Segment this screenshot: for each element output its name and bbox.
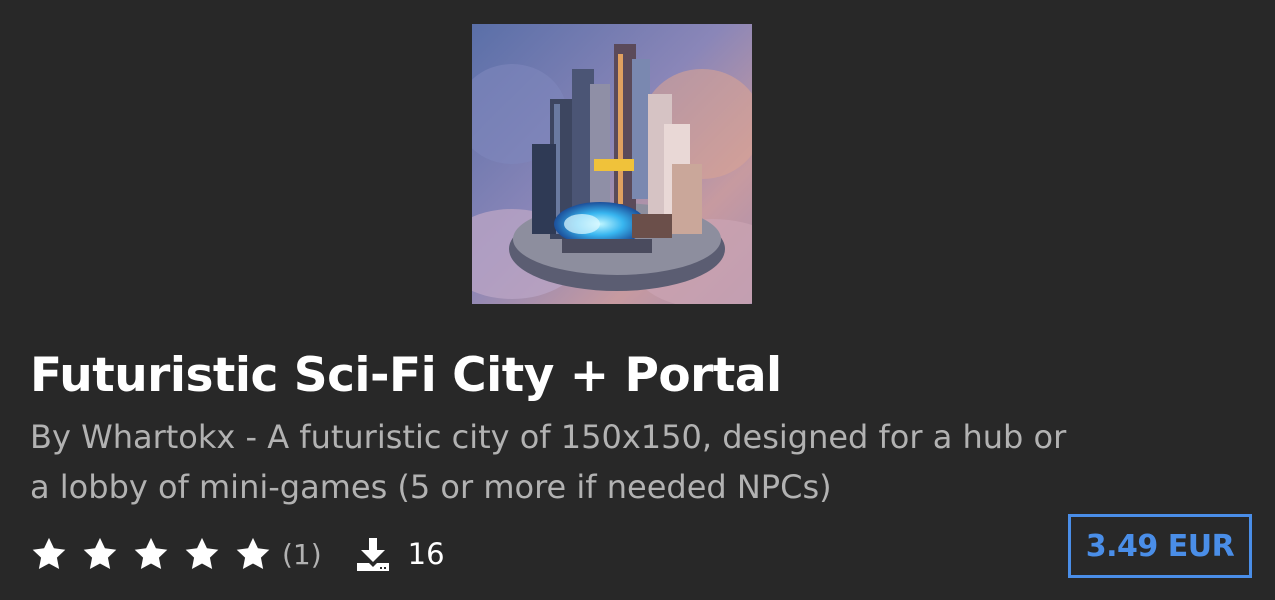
rating-stars — [30, 535, 278, 573]
product-title[interactable]: Futuristic Sci-Fi City + Portal — [30, 344, 782, 408]
star-icon — [185, 537, 219, 570]
star-icon — [32, 537, 66, 570]
star-icon — [83, 537, 117, 570]
star-icon — [236, 537, 270, 570]
rating-count: (1) — [282, 537, 322, 571]
product-meta: (1) 16 — [30, 530, 445, 578]
futuristic-city-thumbnail — [472, 24, 752, 304]
price-button[interactable]: 3.49 EUR — [1068, 514, 1252, 578]
download-count: 16 — [407, 537, 445, 571]
download-icon — [356, 538, 389, 571]
star-icon — [134, 537, 168, 570]
product-description: By Whartokx - A futuristic city of 150x1… — [30, 418, 1067, 506]
product-thumbnail[interactable] — [472, 24, 752, 304]
